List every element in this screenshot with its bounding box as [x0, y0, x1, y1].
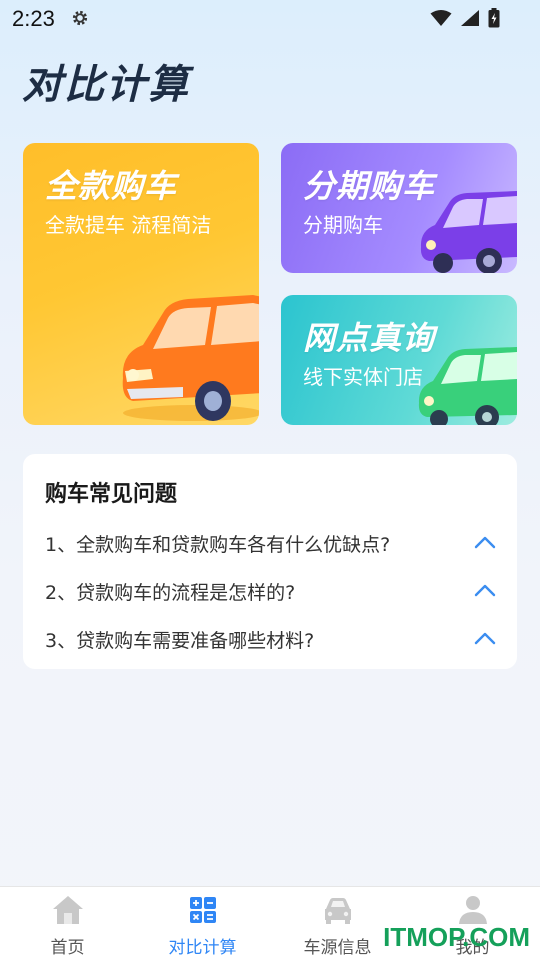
installment-card-title: 分期购车 [303, 167, 436, 205]
nav-home-label: 首页 [50, 938, 85, 958]
faq-panel: 购车常见问题 1、全款购车和贷款购车各有什么优缺点? 2、贷款购车的流程是怎样的… [23, 454, 517, 669]
green-car-icon [418, 347, 517, 425]
faq-item[interactable]: 1、全款购车和贷款购车各有什么优缺点? [23, 522, 517, 562]
store-card-subtitle: 线下实体门店 [303, 365, 423, 389]
chevron-up-icon[interactable] [473, 532, 497, 552]
faq-title: 购车常见问题 [45, 482, 178, 507]
faq-question: 3、贷款购车需要准备哪些材料? [45, 630, 315, 652]
settings-gear-icon [72, 10, 88, 26]
installment-card-subtitle: 分期购车 [303, 213, 383, 237]
chevron-up-icon[interactable] [473, 628, 497, 648]
page-title: 对比计算 [22, 62, 190, 108]
purple-car-icon [420, 191, 517, 273]
signal-icon [461, 10, 479, 26]
faq-question: 1、全款购车和贷款购车各有什么优缺点? [45, 534, 391, 556]
nav-home[interactable]: 首页 [0, 887, 135, 960]
orange-car-icon [122, 295, 259, 421]
chevron-up-icon[interactable] [473, 580, 497, 600]
full-payment-card[interactable]: 全款购车 全款提车 流程简洁 [23, 143, 259, 425]
watermark: ITMOP.COM [383, 922, 530, 952]
wifi-icon [430, 10, 452, 26]
full-payment-card-subtitle: 全款提车 流程简洁 [45, 213, 212, 237]
faq-question: 2、贷款购车的流程是怎样的? [45, 582, 296, 604]
installment-card[interactable]: 分期购车 分期购车 [281, 143, 517, 273]
store-card[interactable]: 网点真询 线下实体门店 [281, 295, 517, 425]
status-time: 2:23 [12, 6, 55, 31]
battery-icon [488, 8, 500, 28]
home-icon [52, 896, 83, 924]
nav-calculator-label: 对比计算 [168, 938, 237, 958]
faq-item[interactable]: 2、贷款购车的流程是怎样的? [23, 570, 517, 610]
full-payment-card-title: 全款购车 [45, 167, 178, 205]
nav-calculator[interactable]: 对比计算 [135, 887, 270, 960]
calculator-icon [189, 897, 216, 923]
faq-item[interactable]: 3、贷款购车需要准备哪些材料? [23, 618, 517, 658]
status-bar: 2:23 [0, 0, 540, 38]
car-icon [324, 898, 351, 924]
